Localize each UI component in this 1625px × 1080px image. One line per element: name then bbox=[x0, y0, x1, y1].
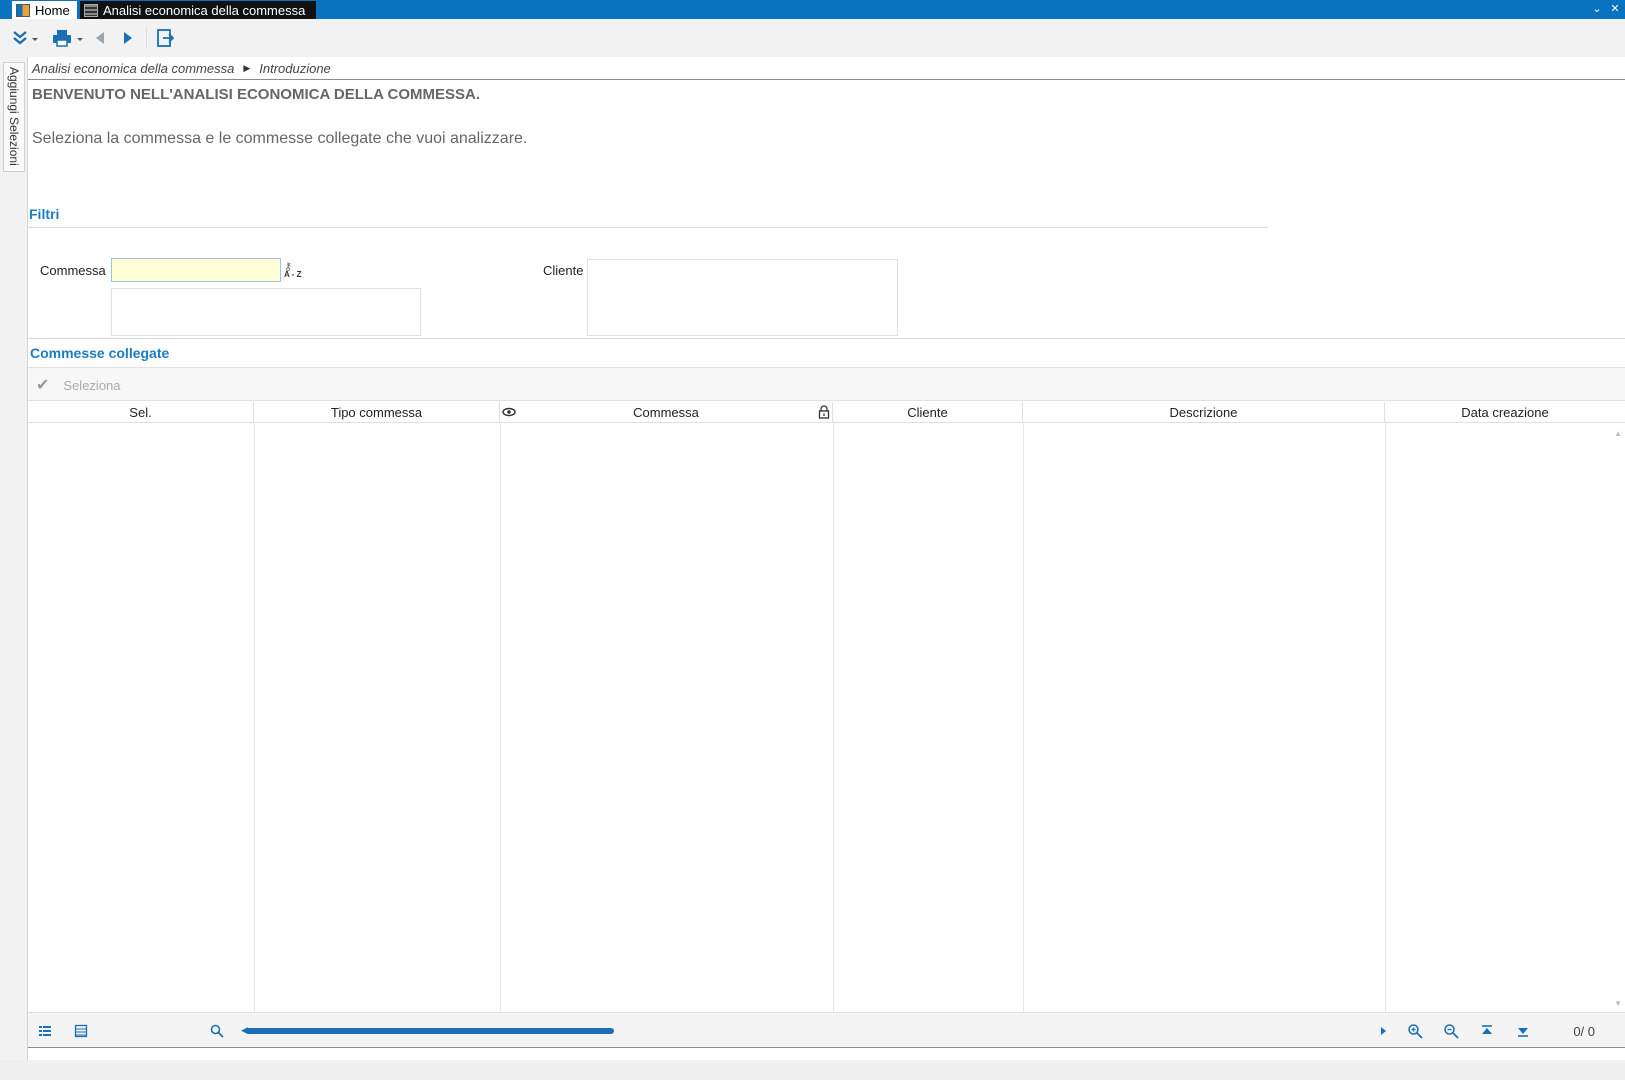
tab-home[interactable]: Home bbox=[12, 1, 77, 19]
list-view-button[interactable] bbox=[34, 1020, 56, 1042]
table-view-button[interactable] bbox=[70, 1020, 92, 1042]
column-divider bbox=[1023, 423, 1024, 1012]
breadcrumb: Analisi economica della commessa ▶ Intro… bbox=[32, 61, 331, 76]
scroll-down-icon[interactable]: ▼ bbox=[1614, 999, 1622, 1008]
window-icon bbox=[84, 3, 98, 17]
grid-header: Sel. Tipo commessa Commessa Cliente Desc… bbox=[28, 402, 1625, 423]
forward-button[interactable] bbox=[118, 25, 138, 51]
page-title: BENVENUTO NELL'ANALISI ECONOMICA DELLA C… bbox=[32, 86, 481, 103]
home-app-icon bbox=[16, 3, 30, 17]
lookup-az-label: A - Z bbox=[284, 270, 302, 279]
main-panel: Analisi economica della commessa ▶ Intro… bbox=[28, 57, 1625, 1060]
commessa-input[interactable] bbox=[111, 258, 281, 282]
expand-menu-button[interactable] bbox=[8, 25, 42, 51]
tab-home-label: Home bbox=[35, 2, 70, 18]
grid-body: ▲ ▼ bbox=[28, 423, 1625, 1012]
arrow-bottom-icon bbox=[1518, 1028, 1528, 1037]
checkmark-icon: ✔ bbox=[36, 377, 50, 394]
scroll-right-button[interactable] bbox=[1372, 1020, 1394, 1042]
breadcrumb-item: Introduzione bbox=[259, 61, 331, 76]
scroll-up-icon[interactable]: ▲ bbox=[1614, 429, 1622, 438]
zoom-in-button[interactable] bbox=[1404, 1020, 1426, 1042]
toolbar-separator bbox=[146, 27, 147, 49]
exit-icon bbox=[157, 29, 175, 47]
section-title-filtri: Filtri bbox=[29, 206, 60, 222]
zoom-in-icon bbox=[1408, 1024, 1423, 1039]
arrow-top-icon bbox=[1482, 1025, 1492, 1034]
cliente-box bbox=[587, 259, 898, 336]
commessa-label: Commessa bbox=[40, 263, 106, 278]
divider bbox=[28, 227, 1268, 228]
print-button[interactable] bbox=[50, 25, 86, 51]
list-icon bbox=[39, 1026, 51, 1036]
toolbar bbox=[0, 19, 1625, 57]
column-header-cliente[interactable]: Cliente bbox=[833, 402, 1023, 423]
double-chevron-down-icon bbox=[13, 31, 38, 45]
minimize-button[interactable]: ⌄ bbox=[1590, 2, 1604, 16]
arrow-left-icon bbox=[96, 32, 104, 44]
status-bar bbox=[0, 1060, 1625, 1080]
search-button[interactable] bbox=[206, 1020, 228, 1042]
close-button[interactable]: ✕ bbox=[1608, 2, 1622, 16]
printer-icon bbox=[53, 30, 83, 47]
tab-analisi-economica[interactable]: Analisi economica della commessa bbox=[80, 1, 316, 19]
grid-toolbar: ✔ Seleziona bbox=[28, 367, 1625, 401]
column-header-commessa[interactable]: Commessa bbox=[500, 402, 833, 423]
table-icon bbox=[74, 1024, 88, 1038]
record-counter: 0/ 0 bbox=[1573, 1024, 1595, 1039]
lock-icon[interactable] bbox=[818, 405, 830, 419]
section-title-commesse-collegate: Commesse collegate bbox=[30, 345, 170, 361]
title-bar: Home Analisi economica della commessa ⌄ … bbox=[0, 0, 1625, 19]
seleziona-button[interactable]: ✔ Seleziona bbox=[36, 374, 121, 396]
zoom-out-icon bbox=[1444, 1024, 1459, 1039]
sidebar-tab-label: Aggiungi Selezioni bbox=[7, 67, 21, 166]
search-icon bbox=[210, 1024, 224, 1038]
sidebar-tab-aggiungi-selezioni[interactable]: Aggiungi Selezioni bbox=[3, 62, 25, 172]
column-header-tipo-commessa[interactable]: Tipo commessa bbox=[254, 402, 500, 423]
column-header-sel[interactable]: Sel. bbox=[28, 402, 254, 423]
breadcrumb-separator-icon: ▶ bbox=[243, 63, 251, 73]
column-divider bbox=[254, 423, 255, 1012]
caret-right-icon bbox=[1381, 1027, 1386, 1035]
column-header-data-creazione[interactable]: Data creazione bbox=[1385, 402, 1625, 423]
arrow-right-icon bbox=[124, 32, 132, 44]
go-last-button[interactable] bbox=[1512, 1020, 1534, 1042]
divider bbox=[28, 79, 1625, 80]
horizontal-scrollbar[interactable] bbox=[246, 1028, 614, 1034]
column-divider bbox=[1385, 423, 1386, 1012]
column-divider bbox=[833, 423, 834, 1012]
tab-analisi-label: Analisi economica della commessa bbox=[103, 2, 306, 18]
commessa-description-box bbox=[111, 288, 421, 336]
zoom-out-button[interactable] bbox=[1440, 1020, 1462, 1042]
cliente-label: Cliente bbox=[543, 263, 584, 278]
page-subtitle: Seleziona la commessa e le commesse coll… bbox=[32, 130, 528, 147]
grid-footer: ◀ 0/ 0 bbox=[28, 1012, 1625, 1048]
lookup-button[interactable]: ⚷ A - Z bbox=[282, 258, 308, 282]
seleziona-label: Seleziona bbox=[63, 377, 121, 393]
breadcrumb-item[interactable]: Analisi economica della commessa bbox=[32, 61, 234, 76]
exit-button[interactable] bbox=[152, 25, 178, 51]
go-first-button[interactable] bbox=[1476, 1020, 1498, 1042]
eye-icon[interactable] bbox=[502, 405, 516, 419]
left-panel: Aggiungi Selezioni bbox=[0, 57, 28, 1080]
back-button[interactable] bbox=[90, 25, 110, 51]
column-header-descrizione[interactable]: Descrizione bbox=[1023, 402, 1385, 423]
column-divider bbox=[500, 423, 501, 1012]
divider bbox=[28, 338, 1625, 339]
